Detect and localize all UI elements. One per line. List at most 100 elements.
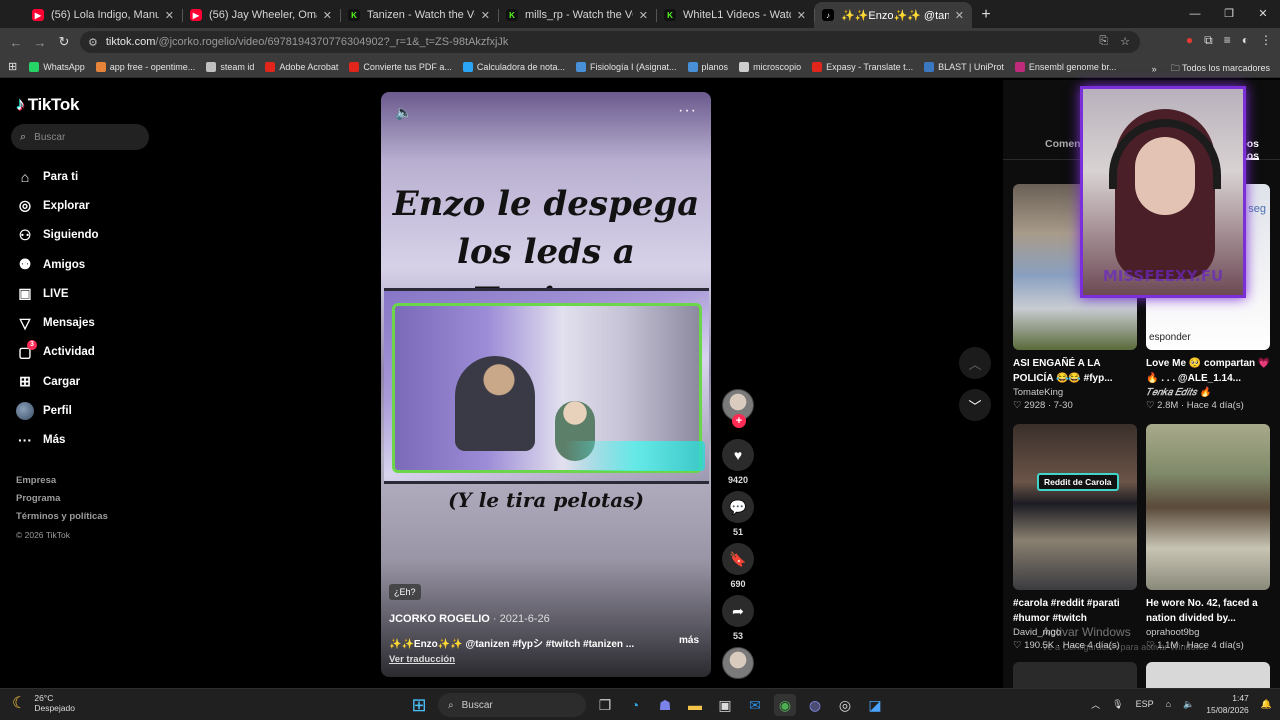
sidebar-item-perfil[interactable]: Perfil — [16, 396, 99, 425]
extensions-puzzle-icon[interactable]: ⧉ — [1204, 33, 1213, 48]
volume-icon[interactable]: 🔈 — [1183, 699, 1194, 710]
store-icon[interactable]: ▣ — [714, 694, 736, 716]
bookmark-item[interactable]: microscopio — [739, 61, 801, 72]
translate-link[interactable]: Ver traducción — [389, 654, 455, 665]
sidebar-item-live[interactable]: ▣ LIVE — [16, 279, 99, 308]
windows-start-icon[interactable]: ⊞ — [408, 694, 430, 716]
bookmark-item[interactable]: Convierte tus PDF a... — [349, 61, 452, 72]
sidebar-item-amigos[interactable]: ⚉ Amigos — [16, 250, 99, 279]
footer-program-link[interactable]: Programa — [16, 490, 108, 508]
related-video-thumbnail[interactable]: Reddit de Carola — [1013, 424, 1137, 590]
related-video-thumbnail[interactable] — [1013, 662, 1137, 688]
related-title[interactable]: Love Me 🥺 compartan 💗🔥 . . . @ALE_1.14..… — [1146, 356, 1274, 386]
video-author[interactable]: JCORKO ROGELIO · 2021-6-26 — [389, 613, 550, 625]
bookmark-icon[interactable]: 🔖 — [722, 543, 754, 575]
sidebar-item-mensajes[interactable]: ▽ Mensajes — [16, 308, 99, 337]
related-video-thumbnail[interactable] — [1146, 424, 1270, 590]
like-heart-icon[interactable]: ♥ — [722, 439, 754, 471]
author-name[interactable]: JCORKO ROGELIO — [389, 613, 490, 625]
related-title[interactable]: He wore No. 42, faced a nation divided b… — [1146, 596, 1274, 626]
teams-icon[interactable]: ☗ — [654, 694, 676, 716]
browser-tab[interactable]: ▶ (56) Jay Wheeler, Omar Courtz ✕ — [182, 2, 340, 28]
comment-icon[interactable]: 💬 — [722, 491, 754, 523]
search-input[interactable]: ⌕ Buscar — [11, 124, 149, 150]
related-user[interactable]: 𝑇𝑒𝑛𝑘𝑎 𝐸𝑑𝑖𝑡𝑠 🔥 — [1146, 387, 1274, 398]
volume-icon[interactable]: 🔈 — [395, 104, 412, 121]
related-user[interactable]: TomateKing — [1013, 387, 1141, 398]
site-info-icon[interactable]: ⚙ — [88, 36, 98, 49]
close-tab-icon[interactable]: ✕ — [165, 9, 174, 22]
browser-tab[interactable]: Kmills_rp - Watch the VOD on Ki ✕ — [498, 2, 656, 28]
footer-terms-link[interactable]: Términos y políticas — [16, 508, 108, 526]
network-icon[interactable]: ⌂ — [1166, 699, 1171, 709]
sidebar-item-más[interactable]: ··· Más — [16, 426, 99, 455]
close-tab-icon[interactable]: ✕ — [323, 9, 332, 22]
next-video-chevron-icon[interactable]: ﹀ — [959, 389, 991, 421]
close-tab-icon[interactable]: ✕ — [639, 9, 648, 22]
more-bookmarks-icon[interactable]: » — [1152, 64, 1157, 74]
bookmark-item[interactable]: Adobe Acrobat — [265, 61, 338, 72]
bookmark-item[interactable]: app free - opentime... — [95, 61, 195, 72]
edge-icon[interactable]: ◔ — [624, 694, 646, 716]
close-tab-icon[interactable]: ✕ — [955, 9, 964, 22]
media-controls-icon[interactable]: ≡ — [1224, 33, 1231, 48]
steam-icon[interactable]: ◎ — [834, 694, 856, 716]
profile-avatar[interactable]: ◐ — [1242, 33, 1249, 48]
bookmark-item[interactable]: Calculadora de nota... — [462, 61, 565, 72]
browser-tab[interactable]: ▶ (56) Lola Indigo, Manuel Turizo ✕ — [24, 2, 182, 28]
music-disc-avatar[interactable] — [722, 647, 754, 679]
url-bar[interactable]: ⚙ tiktok.com/@jcorko.rogelio/video/69781… — [80, 31, 1140, 53]
browser-tab[interactable]: K Tanizen - Watch the VOD on Ki ✕ — [340, 2, 498, 28]
discord-icon[interactable]: ◍ — [804, 694, 826, 716]
close-window-button[interactable]: ✕ — [1246, 0, 1280, 28]
file-explorer-icon[interactable]: ▬ — [684, 694, 706, 716]
related-video-thumbnail[interactable] — [1146, 662, 1270, 688]
sidebar-item-siguiendo[interactable]: ⚇ Siguiendo — [16, 221, 99, 250]
sidebar-item-para-ti[interactable]: ⌂ Para ti — [16, 162, 99, 191]
tray-overflow-chevron-icon[interactable]: ︿ — [1091, 698, 1100, 711]
browser-tab[interactable]: K WhiteL1 Videos - Watch On-De ✕ — [656, 2, 814, 28]
translate-icon[interactable]: ⎘ — [1099, 35, 1108, 48]
reload-button[interactable]: ↻ — [52, 34, 76, 50]
related-user[interactable]: oprahoot9bg — [1146, 627, 1274, 638]
back-button[interactable]: ← — [4, 35, 28, 50]
author-avatar[interactable]: + — [722, 389, 754, 428]
bookmark-item[interactable]: BLAST | UniProt — [924, 61, 1004, 72]
sidebar-item-actividad[interactable]: ▢ 3 Actividad — [16, 338, 99, 367]
bookmark-item[interactable]: WhatsApp — [29, 61, 85, 72]
more-button[interactable]: más — [679, 635, 699, 646]
all-bookmarks-folder[interactable]: 🗀 Todos los marcadores — [1171, 61, 1270, 77]
sidebar-item-explorar[interactable]: ◎ Explorar — [16, 191, 99, 220]
previous-video-chevron-icon[interactable]: ︿ — [959, 347, 991, 379]
microphone-icon[interactable]: 🎙 — [1112, 699, 1123, 710]
task-view-icon[interactable]: ❐ — [594, 694, 616, 716]
notification-bell-icon[interactable]: 🔔 — [1261, 699, 1272, 710]
related-title[interactable]: ASI ENGAÑÉ A LA POLICÍA 😂😂 #fyp... — [1013, 356, 1141, 386]
footer-company-link[interactable]: Empresa — [16, 472, 108, 490]
close-tab-icon[interactable]: ✕ — [797, 9, 806, 22]
share-arrow-icon[interactable]: ➦ — [722, 595, 754, 627]
forward-button[interactable]: → — [28, 35, 52, 50]
video-player[interactable]: 🔈 ··· Enzo le despega los leds a Tanizen… — [381, 92, 711, 677]
bookmark-item[interactable]: Ensembl genome br... — [1014, 61, 1116, 72]
browser-tab[interactable]: ♪ ✨✨Enzo✨✨ @tanizen #fy ✕ — [814, 2, 972, 28]
language-indicator[interactable]: ESP — [1136, 699, 1154, 709]
new-tab-button[interactable]: + — [972, 2, 1000, 28]
mail-icon[interactable]: ✉ — [744, 694, 766, 716]
browser-menu-icon[interactable]: ⋮ — [1260, 33, 1272, 48]
weather-widget[interactable]: ☾ 26°C Despejado — [12, 693, 75, 713]
chrome-icon[interactable]: ◉ — [774, 694, 796, 716]
app-icon[interactable]: ◪ — [864, 694, 886, 716]
extension-icon[interactable]: ● — [1186, 33, 1193, 48]
bookmark-item[interactable]: planos — [687, 61, 728, 72]
apps-grid-icon[interactable]: ⊞ — [8, 60, 17, 73]
taskbar-search[interactable]: ⌕ Buscar — [438, 693, 586, 717]
bookmark-item[interactable]: Fisiología I (Asignat... — [575, 61, 677, 72]
video-options-icon[interactable]: ··· — [678, 102, 697, 120]
restore-button[interactable]: ❐ — [1212, 0, 1246, 28]
clock[interactable]: 1:47 15/08/2026 — [1206, 692, 1249, 716]
close-tab-icon[interactable]: ✕ — [481, 9, 490, 22]
minimize-button[interactable]: — — [1178, 0, 1212, 28]
bookmark-star-icon[interactable]: ☆ — [1120, 35, 1130, 48]
follow-plus-icon[interactable]: + — [732, 414, 746, 428]
